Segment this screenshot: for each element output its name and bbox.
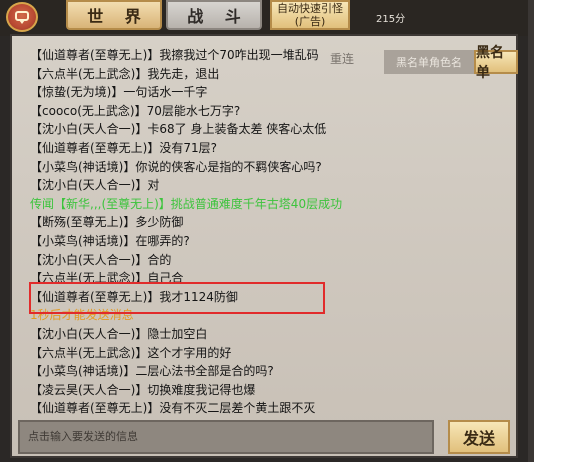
reconnect-button[interactable]: 重连 (330, 50, 354, 67)
chat-message: 【断殇(至尊无上)】多少防御 (30, 215, 184, 230)
chat-message: 【沈小白(天人合一)】对 (30, 178, 160, 193)
chat-message: 【小菜鸟(神话境)】二层心法书全部是合的吗? (30, 364, 274, 379)
highlight-box (29, 281, 325, 314)
chat-message: 【仙道尊者(至尊无上)】没有71层? (30, 141, 218, 155)
score-text: 215分 (376, 14, 406, 25)
chat-message: 【六点半(无上武念)】这个才字用的好 (30, 345, 232, 360)
chat-message: 【沈小白(天人合一)】隐士加空白 (30, 327, 208, 341)
quick-guide-button[interactable]: 自动快速引怪 (广告) (270, 0, 350, 30)
chat-message: 【六点半(无上武念)】我先走，退出 (30, 66, 220, 81)
chat-frame: 【仙道尊者(至尊无上)】我擦我过个70咋出现一堆乱码 【六点半(无上武念)】我先走… (10, 34, 518, 458)
blacklist-button[interactable]: 黑名单 (474, 45, 518, 81)
chat-message: 【仙道尊者(至尊无上)】没有不灭二层差个黄土跟不灭 (30, 401, 316, 416)
tab-battle[interactable]: 战 斗 (166, 0, 262, 30)
blacklist-input[interactable]: 黑名单角色名 (384, 50, 474, 74)
chat-input[interactable]: 点击输入要发送的信息 (18, 420, 434, 454)
right-edge (528, 0, 578, 462)
chat-message: 【cooco(无上武念)】70层能水七万字? (30, 103, 241, 118)
chat-message: 【惊蛰(无为境)】一句话水一千字 (30, 85, 208, 100)
top-bar: 世 界 战 斗 自动快速引怪 (广告) 215分 (0, 0, 528, 36)
quick-guide-label: 自动快速引怪 (277, 2, 343, 15)
chat-message: 【凌云昊(天人合一)】切换难度我记得也爆 (30, 382, 256, 397)
chat-message-list[interactable]: 【仙道尊者(至尊无上)】我擦我过个70咋出现一堆乱码 【六点半(无上武念)】我先走… (14, 38, 514, 416)
chat-message: 【小菜鸟(神话境)】你说的侠客心是指的不羁侠客心吗? (30, 159, 322, 174)
chat-input-row: 点击输入要发送的信息 发送 (18, 420, 510, 454)
chat-message: 【小菜鸟(神话境)】在哪弄的? (30, 234, 190, 248)
send-button[interactable]: 发送 (448, 420, 510, 454)
chat-window: 世 界 战 斗 自动快速引怪 (广告) 215分 【仙道尊者(至尊无上)】我擦我… (0, 0, 528, 462)
chat-message: 【仙道尊者(至尊无上)】我擦我过个70咋出现一堆乱码 (30, 48, 319, 62)
quick-guide-sublabel: (广告) (294, 15, 326, 28)
tab-world[interactable]: 世 界 (66, 0, 162, 30)
chat-message: 【沈小白(天人合一)】卡68了 身上装备太差 侠客心太低 (30, 122, 327, 137)
chat-bubble-icon[interactable] (6, 2, 38, 32)
chat-message: 【沈小白(天人合一)】合的 (30, 252, 172, 267)
chat-message: 传闻【新华,,,(至尊无上)】挑战普通难度千年古塔40层成功 (30, 196, 343, 211)
